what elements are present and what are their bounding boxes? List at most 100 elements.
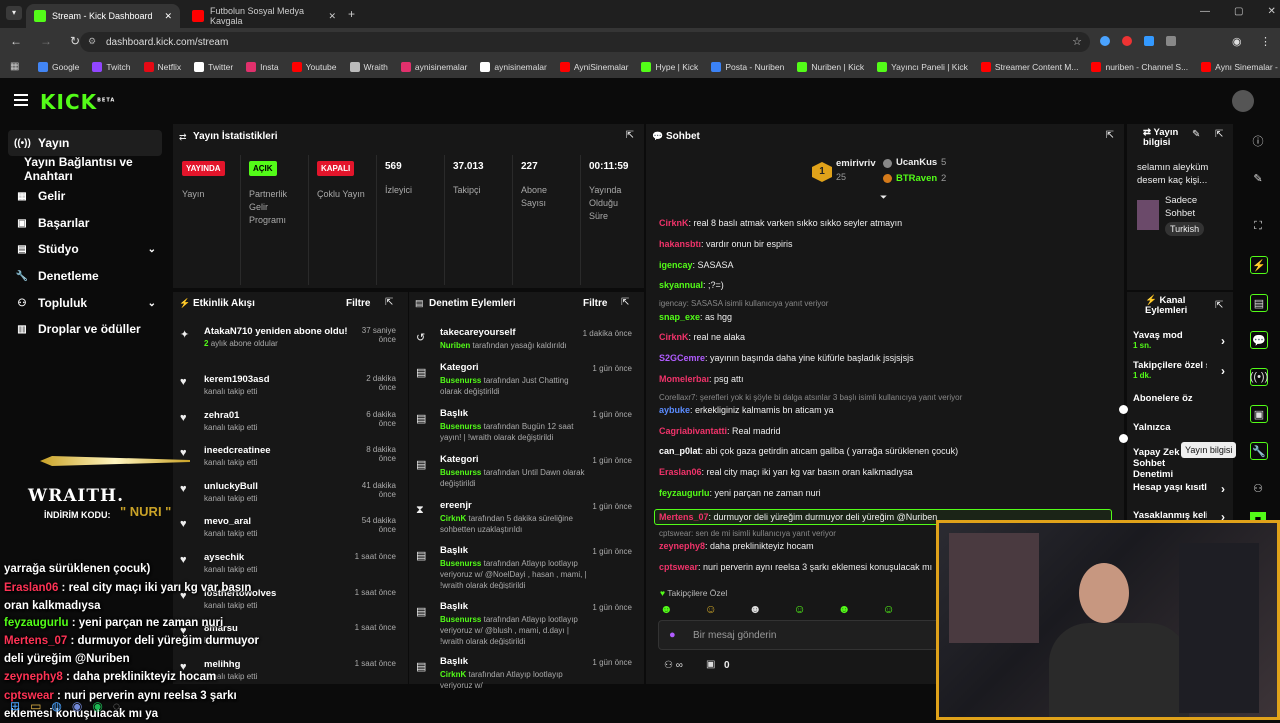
popout-icon[interactable]: ⇱ <box>1215 300 1223 311</box>
minimize-icon[interactable]: — <box>1200 6 1210 17</box>
close-window-icon[interactable]: ✕ <box>1267 6 1275 17</box>
chat-username[interactable]: zeynephy8 <box>659 541 705 551</box>
activity-item[interactable]: ✦ AtakaN710 yeniden abone oldu! 2 aylık ab… <box>180 326 400 362</box>
sidebar-item-3[interactable]: ▣ Başarılar <box>8 210 162 236</box>
chat-reply-context[interactable]: igencay: SASASA isimli kullanıcıya yanıt… <box>659 299 1119 308</box>
wrench-icon[interactable]: 🔧 <box>1250 442 1268 460</box>
site-info-icon[interactable]: ⚙ <box>88 36 96 47</box>
sidebar-item-1[interactable]: Yayın Bağlantısı ve Anahtarı <box>8 155 162 183</box>
chat-message[interactable]: can_p0lat: abi çok gaza getirdin atıcam … <box>659 446 1119 456</box>
bookmark-item[interactable]: Youtube <box>291 62 337 72</box>
modlog-item[interactable]: ▤ Başlık Busenurss tarafından Bugün 12 saa… <box>416 408 636 452</box>
bookmark-item[interactable]: AyniSinemalar <box>559 62 628 72</box>
extension-icon[interactable] <box>1144 36 1154 46</box>
bookmark-item[interactable]: aynisinemalar <box>480 62 547 72</box>
chat-message[interactable]: igencay: SASASA <box>659 260 1119 270</box>
chat-message[interactable]: snap_exe: as hgg <box>659 312 1119 322</box>
bookmark-item[interactable]: Aynı Sinemalar - Ça... <box>1201 62 1280 72</box>
lightning-icon[interactable]: ⚡ <box>1250 256 1268 274</box>
activity-item[interactable]: ♥ mevo_aral kanalı takip etti 54 dakika önc… <box>180 516 400 552</box>
chat-username[interactable]: Cagriabivantatti <box>659 426 727 436</box>
layout-icon[interactable]: ▣ <box>1250 405 1268 423</box>
emote-icon[interactable]: ☺ <box>882 602 894 616</box>
chat-username[interactable]: can_p0lat <box>659 446 701 456</box>
emote-icon[interactable]: ☻ <box>838 602 851 616</box>
address-bar[interactable]: ⚙ dashboard.kick.com/stream ☆ <box>80 32 1090 52</box>
chat-username[interactable]: hakansbtı <box>659 239 701 249</box>
popout-icon[interactable]: ⇱ <box>1106 130 1114 141</box>
apps-grid-icon[interactable]: ▦ <box>10 61 19 72</box>
activity-item[interactable]: ♥ ineedcreatinee kanalı takip etti 8 dakika… <box>180 445 400 481</box>
chat-message[interactable]: Eraslan06: real city maçı iki yarı kg va… <box>659 467 1119 477</box>
popout-icon[interactable]: ⇱ <box>626 130 634 141</box>
emote-icon[interactable]: ☻ <box>660 602 673 616</box>
modlog-item[interactable]: ▤ Başlık Busenurss tarafından Atlayıp loot… <box>416 601 636 645</box>
chat-username[interactable]: feyzaugurlu <box>659 488 710 498</box>
profile-avatar[interactable]: ◉ <box>1232 35 1242 48</box>
user-avatar[interactable] <box>1232 90 1254 112</box>
modlog-item[interactable]: ⧗ ereenjr CirknK tarafından 5 dakika sürel… <box>416 500 636 544</box>
emote-icon[interactable]: ☻ <box>749 602 762 616</box>
hamburger-menu-icon[interactable] <box>14 94 28 106</box>
modlog-item[interactable]: ▤ Kategori Busenurss tarafından Just Chatt… <box>416 362 636 406</box>
discord-icon[interactable]: ◉ <box>72 699 82 713</box>
browser-menu-icon[interactable]: ⋮ <box>1260 35 1271 48</box>
modlog-item[interactable]: ▤ Başlık Busenurss tarafından Atlayıp loot… <box>416 545 636 589</box>
bookmark-star-icon[interactable]: ☆ <box>1072 35 1082 48</box>
activity-item[interactable]: ♥ zehra01 kanalı takip etti 6 dakika önce <box>180 410 400 446</box>
sidebar-item-7[interactable]: ▥ Droplar ve ödüller <box>8 316 162 342</box>
document-icon[interactable]: ▤ <box>1250 294 1268 312</box>
modlog-item[interactable]: ▤ Kategori Busenurss tarafından Until Dawn… <box>416 454 636 498</box>
bookmark-item[interactable]: Wraith <box>349 62 388 72</box>
maximize-icon[interactable]: ▢ <box>1234 6 1243 17</box>
leaderboard-third[interactable]: BTRaven <box>896 173 937 184</box>
chat-username[interactable]: Momelerbaı <box>659 374 709 384</box>
reload-icon[interactable]: ↻ <box>70 34 80 48</box>
tab-youtube[interactable]: Futbolun Sosyal Medya Kavgala ✕ <box>184 4 344 28</box>
chat-username[interactable]: Eraslan06 <box>659 467 702 477</box>
modlog-item[interactable]: ▤ Başlık CirknK tarafından Atlayıp lootlay… <box>416 656 636 700</box>
sidebar-item-2[interactable]: ▦ Gelir <box>8 183 162 209</box>
channel-action-item[interactable]: Yavaş mod 1 sn. › <box>1133 330 1229 350</box>
extensions-puzzle-icon[interactable] <box>1166 36 1176 46</box>
popout-icon[interactable]: ⇱ <box>621 297 629 308</box>
chat-message[interactable]: Cagriabivantatti: Real madrid <box>659 426 1119 436</box>
chat-username[interactable]: S2GCemre <box>659 353 705 363</box>
fullscreen-icon[interactable]: ⛶ <box>1250 218 1266 234</box>
activity-item[interactable]: ♥ kerem1903asd kanalı takip etti 2 dakika ö… <box>180 374 400 410</box>
bookmark-item[interactable]: Insta <box>246 62 279 72</box>
store-icon[interactable]: ▣ <box>706 659 715 670</box>
chat-username[interactable]: aybuke <box>659 405 690 415</box>
pencil-icon[interactable]: ✎ <box>1250 170 1266 186</box>
emote-icon[interactable]: ☺ <box>794 602 806 616</box>
chat-username[interactable]: CirknK <box>659 332 689 342</box>
extension-icon[interactable] <box>1100 36 1110 46</box>
tab-search-icon[interactable]: ▾ <box>6 6 22 20</box>
channel-action-item[interactable]: Yalnızca <box>1133 422 1229 433</box>
sidebar-item-5[interactable]: 🔧 Denetleme <box>8 263 162 289</box>
chat-message[interactable]: S2GCemre: yayının başında daha yine küfü… <box>659 353 1119 363</box>
close-tab-icon[interactable]: ✕ <box>328 11 336 22</box>
chat-username[interactable]: skyannual <box>659 280 703 290</box>
leaderboard-first[interactable]: emirivriv <box>836 158 876 169</box>
bookmark-item[interactable]: Netflix <box>143 62 181 72</box>
chat-message[interactable]: CirknK: real ne alaka <box>659 332 1119 342</box>
chat-input[interactable]: ● Bir mesaj gönderin <box>658 620 948 650</box>
chat-message[interactable]: CirknK: real 8 baslı atmak varken sıkko … <box>659 218 1119 228</box>
activity-filter-button[interactable]: Filtre <box>346 298 370 309</box>
category-label[interactable]: Sadece Sohbet <box>1165 194 1225 220</box>
broadcast-icon[interactable]: ((•)) <box>1250 368 1268 386</box>
forward-icon[interactable]: → <box>40 34 52 48</box>
community-icon[interactable]: ⚇ <box>1250 480 1266 496</box>
community-icon[interactable]: ⚇ ∞ <box>664 660 683 671</box>
chat-message[interactable]: feyzaugurlu: yeni parçan ne zaman nuri <box>659 488 1119 498</box>
channel-action-item[interactable]: Takipçilere özel s1 dk. › <box>1133 360 1229 380</box>
chat-username[interactable]: cptswear <box>659 562 698 572</box>
leaderboard-second[interactable]: UcanKus <box>896 157 937 168</box>
spotify-icon[interactable]: ◉ <box>92 699 102 713</box>
popout-icon[interactable]: ⇱ <box>385 297 393 308</box>
bookmark-item[interactable]: nuriben - Channel S... <box>1091 62 1188 72</box>
modlog-filter-button[interactable]: Filtre <box>583 298 607 309</box>
activity-item[interactable]: ♥ unluckyBull kanalı takip etti 41 dakika ö… <box>180 481 400 517</box>
bookmark-item[interactable]: Streamer Content M... <box>980 62 1078 72</box>
